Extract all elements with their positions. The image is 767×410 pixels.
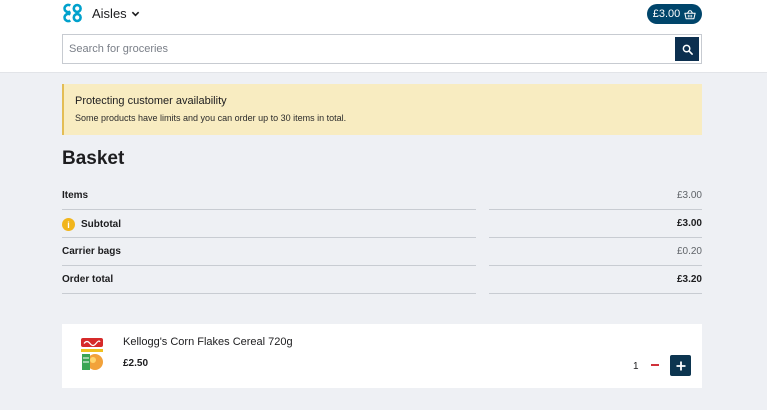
summary-label: Items bbox=[62, 190, 89, 201]
search-button[interactable] bbox=[675, 37, 699, 61]
cereal-box-icon[interactable] bbox=[77, 334, 107, 376]
info-icon[interactable]: i bbox=[62, 218, 75, 231]
summary-label: Subtotal bbox=[81, 219, 121, 230]
basket-icon bbox=[684, 9, 696, 19]
aisles-label: Aisles bbox=[92, 6, 127, 21]
divider bbox=[62, 293, 476, 294]
summary-label: Order total bbox=[62, 274, 114, 285]
summary-row-order-total: Order total £3.20 bbox=[62, 266, 702, 294]
page-title: Basket bbox=[62, 148, 125, 169]
aisles-menu-button[interactable]: Aisles bbox=[92, 6, 140, 21]
summary-value: £3.20 bbox=[676, 274, 702, 285]
divider bbox=[489, 293, 702, 294]
minus-icon bbox=[651, 364, 659, 366]
basket-total: £3.00 bbox=[652, 8, 681, 20]
chevron-down-icon bbox=[131, 11, 139, 17]
basket-item-card: Kellogg's Corn Flakes Cereal 720g £2.50 … bbox=[62, 324, 702, 388]
summary-value: £3.00 bbox=[676, 190, 702, 201]
product-name[interactable]: Kellogg's Corn Flakes Cereal 720g bbox=[123, 336, 293, 348]
site-header: Aisles £3.00 bbox=[0, 0, 767, 73]
decrease-quantity-button[interactable] bbox=[648, 357, 662, 373]
basket-button[interactable]: £3.00 bbox=[647, 4, 702, 24]
search-input[interactable] bbox=[63, 35, 673, 63]
plus-icon bbox=[676, 361, 685, 370]
availability-notice: Protecting customer availability Some pr… bbox=[62, 84, 702, 135]
summary-value: £3.00 bbox=[676, 218, 702, 229]
increase-quantity-button[interactable] bbox=[670, 355, 691, 376]
search-icon bbox=[682, 44, 693, 55]
summary-row-carrier-bags: Carrier bags £0.20 bbox=[62, 238, 702, 266]
product-price: £2.50 bbox=[123, 358, 149, 369]
coop-logo-icon[interactable] bbox=[62, 3, 82, 23]
quantity-value: 1 bbox=[633, 361, 639, 372]
order-summary: Items £3.00 i Subtotal £3.00 Carrier bag… bbox=[62, 182, 702, 294]
search-bar bbox=[62, 34, 702, 64]
notice-title: Protecting customer availability bbox=[75, 95, 227, 107]
summary-row-items: Items £3.00 bbox=[62, 182, 702, 210]
summary-value: £0.20 bbox=[676, 246, 702, 257]
summary-row-subtotal: i Subtotal £3.00 bbox=[62, 210, 702, 238]
notice-text: Some products have limits and you can or… bbox=[75, 113, 347, 123]
summary-label: Carrier bags bbox=[62, 246, 121, 257]
